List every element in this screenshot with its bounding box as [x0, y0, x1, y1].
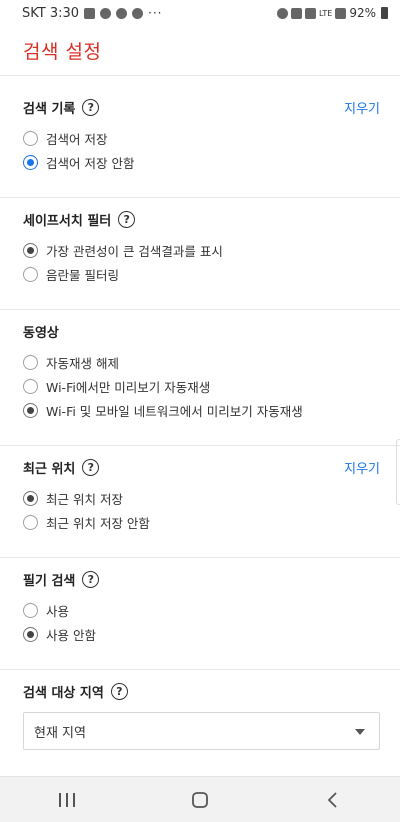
dropdown-arrow-icon	[355, 729, 365, 735]
recent-apps-icon	[58, 792, 75, 807]
chat-icon	[100, 7, 112, 19]
handwriting-title: 필기 검색	[23, 573, 76, 589]
ring-icon	[132, 7, 144, 19]
help-icon[interactable]: ?	[82, 98, 100, 116]
radio-button-selected[interactable]	[23, 402, 38, 418]
radio-button-selected[interactable]	[23, 154, 38, 170]
battery-percent: 92%	[349, 6, 376, 20]
radio-button-selected[interactable]	[23, 490, 38, 506]
home-button[interactable]	[170, 777, 230, 822]
radio-button-selected[interactable]	[23, 626, 38, 642]
search-region-title: 검색 대상 지역	[23, 685, 104, 701]
settings-content: 검색 기록 ? 지우기 검색어 저장 검색어 저장 안함 세이프서치 필터 ? …	[0, 77, 400, 776]
system-navigation-bar	[0, 776, 400, 822]
safesearch-title: 세이프서치 필터	[23, 213, 112, 229]
clear-history-link[interactable]: 지우기	[344, 98, 380, 117]
back-button[interactable]	[303, 777, 363, 822]
recent-apps-button[interactable]	[37, 777, 97, 822]
recent-location-title: 최근 위치	[23, 461, 76, 477]
video-section: 동영상 자동재생 해제 Wi-Fi에서만 미리보기 자동재생 Wi-Fi 및 모…	[0, 310, 400, 446]
help-icon[interactable]: ?	[118, 210, 136, 228]
option-filter-explicit[interactable]: 음란물 필터링	[23, 262, 380, 286]
bluetooth-icon	[291, 7, 303, 19]
option-dont-save-queries[interactable]: 검색어 저장 안함	[23, 150, 380, 174]
battery-icon	[381, 7, 388, 19]
region-select[interactable]: 현재 지역	[23, 712, 380, 750]
more-notifications: ···	[148, 6, 163, 20]
radio-button[interactable]	[23, 354, 38, 370]
region-select-value: 현재 지역	[34, 725, 86, 741]
help-icon[interactable]: ?	[82, 458, 100, 476]
status-bar: SKT 3:30 ··· LTE 92%	[0, 0, 400, 26]
option-autoplay-off[interactable]: 자동재생 해제	[23, 350, 380, 374]
video-title: 동영상	[23, 325, 59, 341]
radio-button[interactable]	[23, 130, 38, 146]
signal-icon	[335, 7, 347, 19]
option-autoplay-wifi-mobile[interactable]: Wi-Fi 및 모바일 네트워크에서 미리보기 자동재생	[23, 398, 380, 422]
scrollbar[interactable]	[396, 439, 400, 505]
recent-location-section: 최근 위치 ? 지우기 최근 위치 저장 최근 위치 저장 안함	[0, 446, 400, 558]
option-autoplay-wifi-only[interactable]: Wi-Fi에서만 미리보기 자동재생	[23, 374, 380, 398]
option-save-location[interactable]: 최근 위치 저장	[23, 486, 380, 510]
search-region-section: 검색 대상 지역 ? 현재 지역	[0, 670, 400, 776]
option-save-queries[interactable]: 검색어 저장	[23, 126, 380, 150]
mute-icon	[305, 7, 317, 19]
talk-icon	[116, 7, 128, 19]
safesearch-section: 세이프서치 필터 ? 가장 관련성이 큰 검색결과를 표시 음란물 필터링	[0, 198, 400, 310]
back-icon	[328, 791, 337, 808]
alarm-icon	[277, 7, 289, 19]
option-show-most-relevant[interactable]: 가장 관련성이 큰 검색결과를 표시	[23, 238, 380, 262]
carrier-time: SKT 3:30	[22, 5, 80, 21]
home-icon	[192, 791, 208, 808]
help-icon[interactable]: ?	[110, 682, 128, 700]
option-handwriting-off[interactable]: 사용 안함	[23, 622, 380, 646]
help-icon[interactable]: ?	[82, 570, 100, 588]
page-title: 검색 설정	[23, 41, 102, 63]
option-handwriting-on[interactable]: 사용	[23, 598, 380, 622]
radio-button[interactable]	[23, 266, 38, 282]
image-icon	[84, 7, 96, 19]
radio-button[interactable]	[23, 514, 38, 530]
clear-location-link[interactable]: 지우기	[344, 458, 380, 477]
app-header: 검색 설정	[0, 26, 400, 76]
search-history-title: 검색 기록	[23, 101, 76, 117]
radio-button[interactable]	[23, 378, 38, 394]
radio-button[interactable]	[23, 602, 38, 618]
network-type: LTE	[319, 8, 333, 18]
radio-button-selected[interactable]	[23, 242, 38, 258]
search-history-section: 검색 기록 ? 지우기 검색어 저장 검색어 저장 안함	[0, 77, 400, 198]
option-dont-save-location[interactable]: 최근 위치 저장 안함	[23, 510, 380, 534]
handwriting-section: 필기 검색 ? 사용 사용 안함	[0, 558, 400, 670]
